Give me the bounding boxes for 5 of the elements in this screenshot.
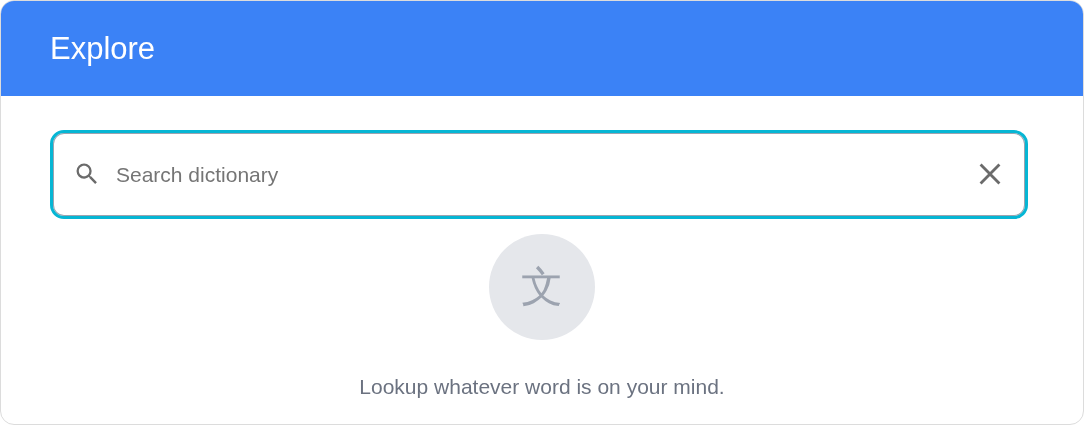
empty-message: Lookup whatever word is on your mind. (359, 375, 725, 399)
search-field[interactable]: Search dictionary (50, 130, 1028, 219)
page-title: Explore (50, 30, 156, 67)
close-icon[interactable] (979, 163, 1001, 185)
translate-glyph: 文 (489, 234, 595, 340)
